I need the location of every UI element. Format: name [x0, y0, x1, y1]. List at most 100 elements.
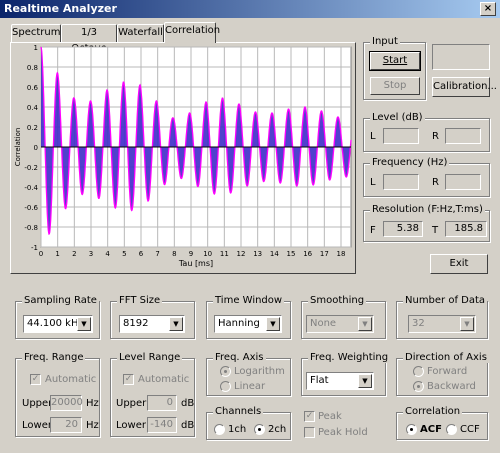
freq-weighting-value: Flat	[310, 375, 329, 386]
exit-label: Exit	[449, 258, 469, 269]
channel-1ch-label: 1ch	[228, 424, 247, 435]
x-tick-label: 10	[203, 250, 212, 258]
check-icon: ✓	[31, 374, 40, 384]
y-tick-label: -0.2	[24, 164, 38, 172]
y-tick-label: 0.8	[27, 64, 38, 72]
channel-1ch-radio[interactable]	[214, 424, 225, 435]
input-display	[432, 44, 490, 70]
direction-forward-radio[interactable]	[413, 366, 424, 377]
sampling-rate-select[interactable]: 44.100 kHz ▼	[23, 315, 93, 333]
resolution-f-value: 5.38	[396, 223, 419, 234]
channel-2ch-radio[interactable]	[254, 424, 265, 435]
level-l-field	[383, 128, 419, 144]
resolution-f-label: F	[370, 225, 376, 236]
stop-button[interactable]: Stop	[370, 77, 420, 95]
tab-third-octave[interactable]: 1/3 Octave	[61, 24, 117, 54]
peak-checkbox[interactable]: ✓	[304, 411, 315, 422]
x-tick-label: 14	[270, 250, 279, 258]
check-icon: ✓	[305, 411, 314, 421]
freq-axis-log-label: Logarithm	[234, 366, 285, 377]
frequency-r-field	[445, 174, 481, 190]
freq-range-upper-value: 20000	[51, 397, 83, 408]
start-button[interactable]: Start	[369, 51, 421, 71]
x-tick-label: 15	[287, 250, 296, 258]
freq-axis-log-radio[interactable]	[220, 366, 231, 377]
frequency-group-label: Frequency (Hz)	[370, 157, 450, 168]
peak-hold-checkbox[interactable]	[304, 427, 315, 438]
x-tick-label: 12	[237, 250, 246, 258]
close-icon: ×	[483, 3, 493, 14]
freq-range-upper-label: Upper	[22, 398, 53, 409]
level-range-lower-value: -140	[150, 419, 173, 430]
direction-label: Direction of Axis	[403, 352, 489, 363]
chevron-down-icon: ▼	[77, 317, 91, 331]
fft-size-select[interactable]: 8192 ▼	[119, 315, 185, 333]
freq-range-upper-field[interactable]: 20000	[50, 395, 83, 411]
level-r-label: R	[432, 131, 439, 142]
level-range-label: Level Range	[117, 352, 183, 363]
level-range-lower-field[interactable]: -140	[147, 417, 177, 433]
level-range-upper-field[interactable]: 0	[147, 395, 177, 411]
correlation-acf-radio[interactable]	[406, 424, 417, 435]
number-of-data-value: 32	[412, 318, 425, 329]
direction-backward-label: Backward	[427, 381, 476, 392]
smoothing-select[interactable]: None ▼	[306, 315, 374, 333]
freq-range-lower-unit: Hz	[86, 420, 99, 431]
calibration-button[interactable]: Calibration...	[432, 77, 497, 97]
freq-weighting-label: Freq. Weighting	[308, 352, 391, 363]
chevron-down-icon: ▼	[460, 317, 474, 331]
correlation-acf-label: ACF	[420, 424, 442, 435]
direction-backward-radio[interactable]	[413, 381, 424, 392]
y-tick-label: 0.4	[27, 104, 39, 112]
x-axis-label: Tau [ms]	[178, 259, 213, 268]
freq-range-lower-label: Lower	[22, 420, 52, 431]
freq-range-lower-value: 20	[65, 419, 78, 430]
number-of-data-select[interactable]: 32 ▼	[408, 315, 476, 333]
check-icon: ✓	[124, 374, 133, 384]
resolution-t-value: 185.8	[454, 223, 483, 234]
x-tick-label: 5	[122, 250, 126, 258]
x-tick-label: 6	[139, 250, 144, 258]
freq-axis-label: Freq. Axis	[213, 352, 266, 363]
chevron-down-icon: ▼	[169, 317, 183, 331]
sampling-rate-label: Sampling Rate	[22, 295, 99, 306]
frequency-r-label: R	[432, 177, 439, 188]
sampling-rate-value: 44.100 kHz	[27, 318, 84, 329]
level-range-upper-value: 0	[166, 397, 173, 408]
frequency-l-field	[383, 174, 419, 190]
channels-label: Channels	[213, 406, 264, 417]
resolution-t-label: T	[432, 225, 439, 236]
x-tick-label: 13	[253, 250, 262, 258]
correlation-chart: 10.80.60.40.20-0.2-0.4-0.6-0.8-10 1 2 3 4 5 6 7…	[14, 44, 352, 268]
chevron-down-icon: ▼	[266, 317, 280, 331]
freq-weighting-select[interactable]: Flat ▼	[306, 372, 374, 390]
tab-label: Spectrum	[12, 27, 61, 38]
y-tick-label: -1	[31, 244, 38, 252]
x-tick-label: 9	[189, 250, 193, 258]
tab-spectrum[interactable]: Spectrum	[11, 24, 61, 42]
level-range-automatic-label: Automatic	[138, 374, 190, 385]
time-window-label: Time Window	[213, 295, 285, 306]
window-title: Realtime Analyzer	[4, 2, 117, 15]
freq-range-automatic-label: Automatic	[45, 374, 97, 385]
y-tick-label: 0.6	[27, 84, 39, 92]
level-l-label: L	[370, 131, 376, 142]
close-button[interactable]: ×	[480, 2, 496, 16]
tab-waterfall[interactable]: Waterfall	[117, 24, 164, 42]
freq-range-automatic-checkbox[interactable]: ✓	[30, 374, 41, 385]
level-range-automatic-checkbox[interactable]: ✓	[123, 374, 134, 385]
correlation-ccf-radio[interactable]	[446, 424, 457, 435]
freq-axis-linear-radio[interactable]	[220, 381, 231, 392]
x-tick-label: 16	[303, 250, 312, 258]
exit-button[interactable]: Exit	[430, 254, 488, 274]
freq-range-lower-field[interactable]: 20	[50, 417, 82, 433]
frequency-l-label: L	[370, 177, 376, 188]
correlation-ccf-label: CCF	[460, 424, 480, 435]
time-window-select[interactable]: Hanning ▼	[214, 315, 282, 333]
level-range-lower-label: Lower	[116, 420, 146, 431]
direction-forward-label: Forward	[427, 366, 468, 377]
freq-axis-linear-label: Linear	[234, 381, 266, 392]
peak-label: Peak	[318, 411, 342, 422]
tab-correlation[interactable]: Correlation	[164, 22, 220, 43]
freq-range-label: Freq. Range	[22, 352, 86, 363]
